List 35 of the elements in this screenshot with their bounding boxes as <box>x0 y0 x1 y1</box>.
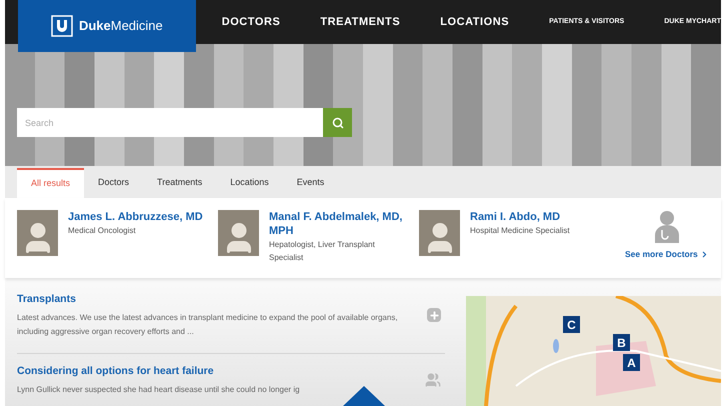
doctor-specialty: Hepatologist, Liver Transplant Specialist <box>269 239 376 264</box>
plus-icon <box>427 308 441 322</box>
nav-link[interactable]: DOCTORS <box>222 14 280 30</box>
people-icon <box>425 372 441 388</box>
search-field[interactable]: Search <box>17 108 323 137</box>
map-pin[interactable]: C <box>563 316 580 333</box>
portrait-placeholder <box>17 210 58 256</box>
scroll-up-arrow-icon[interactable] <box>343 386 385 406</box>
doctor-name[interactable]: James L. Abbruzzese, MD <box>68 210 208 224</box>
tab[interactable]: All results <box>17 168 84 198</box>
portrait-placeholder <box>419 210 460 256</box>
nav-link[interactable]: LOCATIONS <box>440 14 510 30</box>
shield-logo-icon <box>50 15 73 37</box>
result-title[interactable]: Transplants <box>17 292 427 308</box>
search-button[interactable] <box>323 108 352 137</box>
map-view[interactable]: C B A <box>466 296 721 406</box>
map-pin[interactable]: B <box>613 334 630 351</box>
nav-link[interactable]: TREATMENTS <box>320 14 400 30</box>
portrait-placeholder <box>218 210 259 256</box>
doctor-specialty: Hospital Medicine Specialist <box>470 225 571 237</box>
result-summary: Lynn Gullick never suspected she had heart disease until she could no longer ig <box>17 384 300 396</box>
doctor-name[interactable]: Rami I. Abdo, MD <box>470 210 610 224</box>
result-title[interactable]: Considering all options for heart failure <box>17 364 425 380</box>
tab[interactable]: Doctors <box>84 168 144 198</box>
map-pin[interactable]: A <box>623 354 640 371</box>
tab[interactable]: Locations <box>216 168 283 198</box>
tab[interactable]: Events <box>282 168 338 198</box>
logo-text: DukeMedicine <box>78 17 163 36</box>
doctor-name[interactable]: Manal F. Abdelmalek, MD, MPH <box>269 210 409 238</box>
doctor-specialty: Medical Oncologist <box>68 225 137 237</box>
see-more-link[interactable]: See more Doctors <box>625 248 709 261</box>
tab[interactable]: Treatments <box>143 168 216 198</box>
logo-block[interactable]: DukeMedicine <box>18 0 196 52</box>
search-icon <box>332 116 344 128</box>
result-summary: Latest advances. We use the latest advances in transplant medicine to expand the pool of available organs, including aggressive organ recovery efforts and ... <box>17 312 399 338</box>
